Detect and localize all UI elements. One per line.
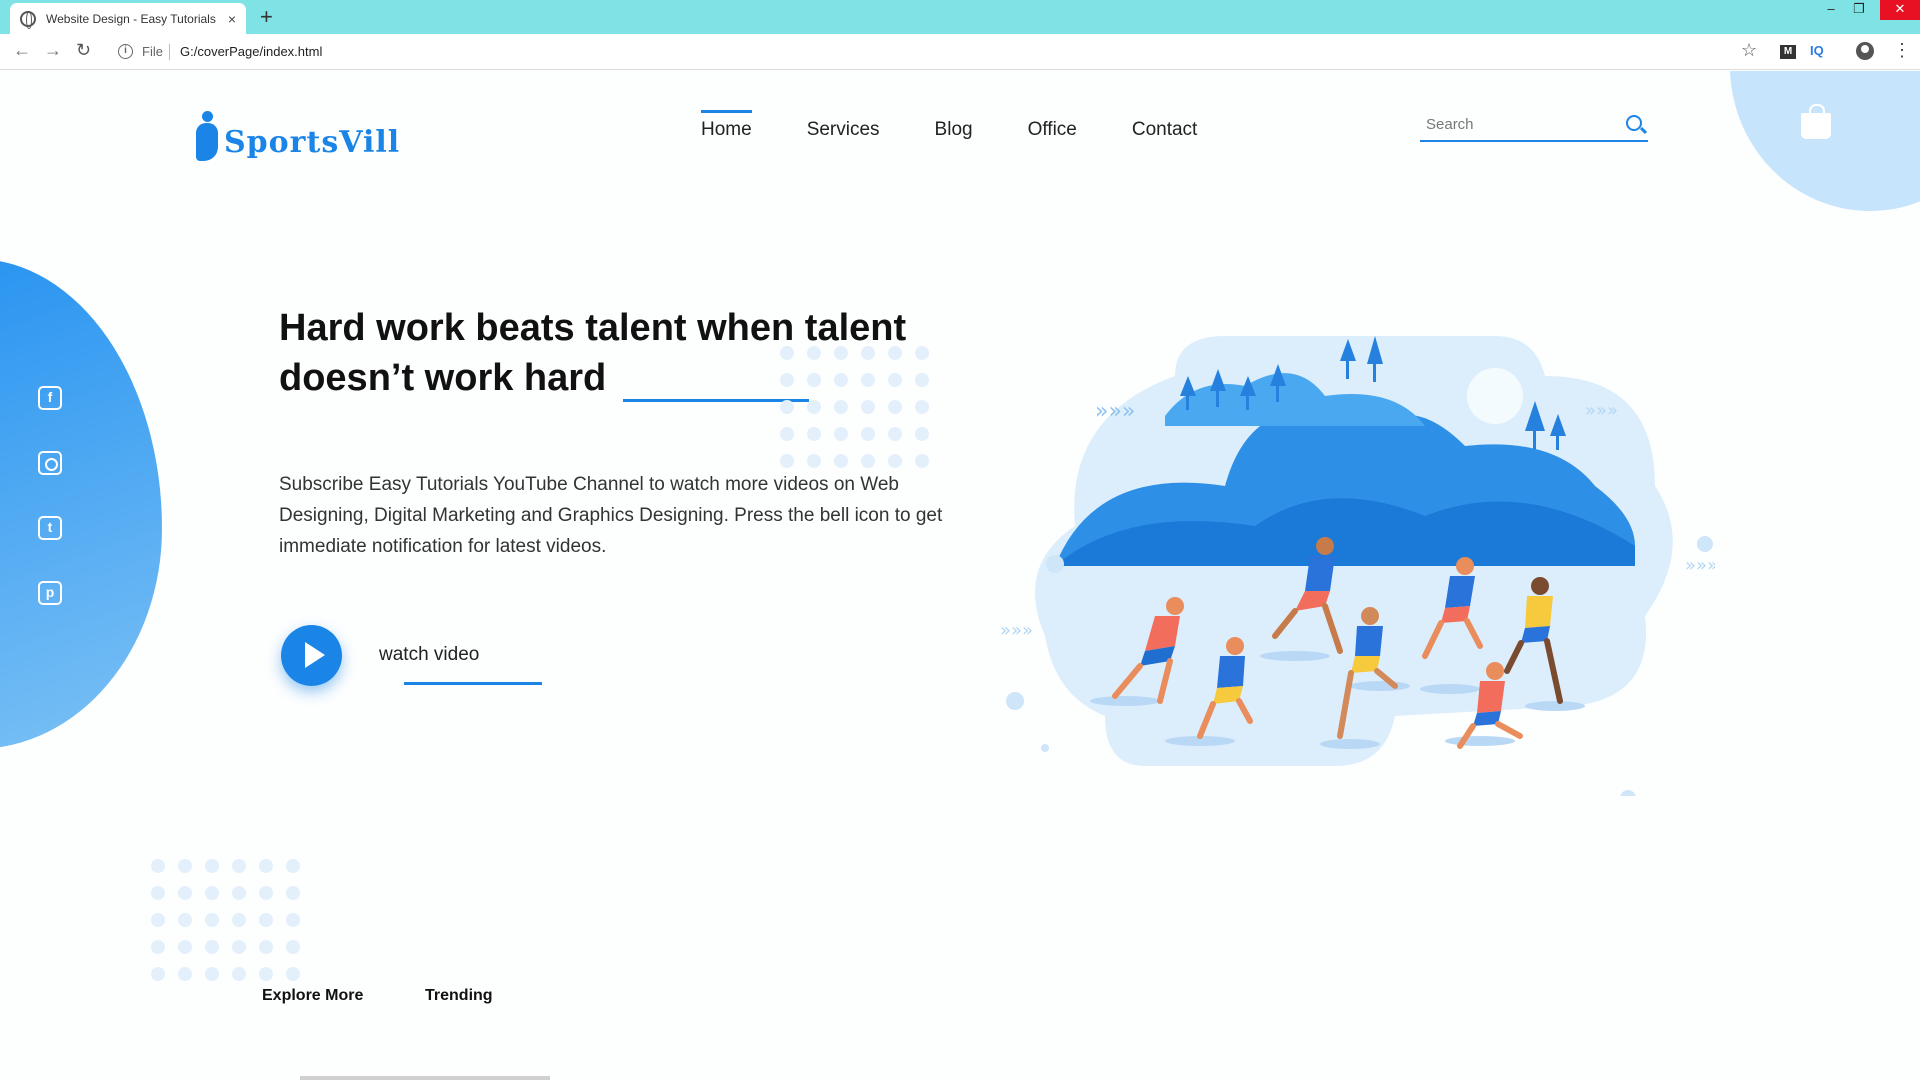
new-tab-button[interactable]: + <box>260 4 273 30</box>
decorative-blob-top-right <box>1730 71 1920 211</box>
forward-arrow-icon[interactable]: → <box>44 40 62 61</box>
explore-more-link[interactable]: Explore More <box>262 987 363 1005</box>
search-box <box>1420 109 1648 142</box>
url-field[interactable]: G:/coverPage/index.html <box>180 44 322 59</box>
nav-item-blog[interactable]: Blog <box>935 119 973 145</box>
search-icon[interactable] <box>1626 115 1642 131</box>
decorative-dot-grid-bottom <box>151 859 300 981</box>
svg-text:»»»: »»» <box>1685 555 1715 576</box>
nav-item-home[interactable]: Home <box>701 110 752 145</box>
extension-iq-icon[interactable]: IQ <box>1810 43 1824 58</box>
nav-item-contact[interactable]: Contact <box>1132 119 1197 145</box>
logo-athlete-icon <box>194 111 220 163</box>
browser-tab-bar: Website Design - Easy Tutorials × + – ❐ … <box>0 0 1920 34</box>
address-separator <box>169 44 170 60</box>
runners-illustration: »»» »»» »»» »»» <box>1000 336 1715 796</box>
back-arrow-icon[interactable]: ← <box>13 40 31 61</box>
play-button[interactable] <box>281 625 342 686</box>
svg-text:»»»: »»» <box>1095 399 1135 424</box>
watch-video-underline <box>404 682 542 685</box>
watch-video-link[interactable]: watch video <box>379 644 479 666</box>
facebook-icon[interactable]: f <box>38 386 62 410</box>
site-info-icon[interactable]: i <box>118 44 133 59</box>
svg-text:»»»: »»» <box>1000 620 1033 641</box>
trending-link[interactable]: Trending <box>425 987 493 1005</box>
nav-item-office[interactable]: Office <box>1028 119 1077 145</box>
reload-icon[interactable]: ↻ <box>76 40 91 61</box>
logo-text: SportsVill <box>224 124 401 160</box>
decorative-dot-grid <box>780 346 929 468</box>
tab-close-icon[interactable]: × <box>228 11 236 27</box>
twitter-icon[interactable]: t <box>38 516 62 540</box>
pinterest-icon[interactable]: p <box>38 581 62 605</box>
instagram-icon[interactable] <box>38 451 62 475</box>
extension-m-icon[interactable]: M <box>1780 45 1796 59</box>
nav-item-services[interactable]: Services <box>807 119 880 145</box>
bookmark-star-icon[interactable]: ☆ <box>1741 40 1757 61</box>
profile-avatar-icon[interactable] <box>1856 42 1874 60</box>
search-input[interactable] <box>1420 109 1600 139</box>
tab-title: Website Design - Easy Tutorials <box>46 11 216 26</box>
address-scheme-label: File <box>142 44 163 59</box>
minimize-button[interactable]: – <box>1816 0 1846 20</box>
web-page: SportsVill Home Services Blog Office Con… <box>0 71 1920 1080</box>
address-bar: ← → ↻ i File G:/coverPage/index.html ☆ M… <box>0 34 1920 70</box>
hero-description: Subscribe Easy Tutorials YouTube Channel… <box>279 474 943 557</box>
decorative-blob-left <box>0 259 162 749</box>
horizontal-scrollbar[interactable] <box>300 1076 550 1080</box>
shopping-bag-icon[interactable] <box>1801 104 1831 139</box>
close-window-button[interactable]: ✕ <box>1880 0 1920 20</box>
maximize-button[interactable]: ❐ <box>1844 0 1874 20</box>
browser-menu-icon[interactable]: ⋮ <box>1893 40 1911 61</box>
browser-tab[interactable]: Website Design - Easy Tutorials × <box>10 3 246 34</box>
svg-text:»»»: »»» <box>1585 400 1618 421</box>
site-logo[interactable]: SportsVill <box>194 111 400 163</box>
main-nav: Home Services Blog Office Contact <box>701 110 1252 145</box>
globe-icon <box>20 10 36 29</box>
